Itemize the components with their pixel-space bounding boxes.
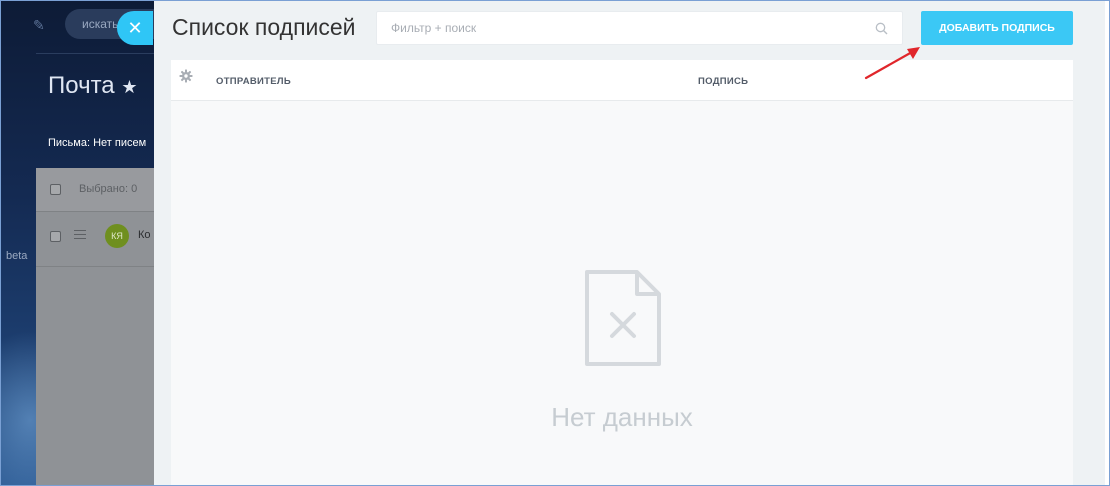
filter-search-input[interactable] (377, 12, 857, 44)
search-icon[interactable] (875, 22, 888, 35)
page-title: Почта ★ (48, 72, 137, 100)
close-slider-button[interactable]: ✕ (117, 11, 153, 45)
grid-header: ОТПРАВИТЕЛЬ ПОДПИСЬ (171, 60, 1073, 101)
empty-document-icon (585, 270, 661, 366)
avatar: КЯ (105, 224, 129, 248)
column-header-sender[interactable]: ОТПРАВИТЕЛЬ (216, 76, 291, 87)
row-checkbox[interactable] (50, 231, 61, 242)
mail-list-panel: Выбрано: 0 КЯ Ко (36, 168, 160, 486)
star-icon[interactable]: ★ (121, 77, 137, 97)
empty-state-text: Нет данных (551, 402, 693, 432)
right-edge (1105, 0, 1110, 486)
list-header-row: Выбрано: 0 (36, 168, 160, 212)
signatures-grid: ОТПРАВИТЕЛЬ ПОДПИСЬ Нет данных (171, 60, 1073, 486)
pencil-icon[interactable]: ✎ (33, 17, 45, 34)
add-signature-button[interactable]: ДОБАВИТЬ ПОДПИСЬ (921, 11, 1073, 45)
filter-search-field[interactable] (376, 11, 903, 45)
beta-label: beta (6, 250, 28, 262)
menu-icon[interactable] (74, 230, 86, 242)
background-mail-app: ✎ искать Почта ★ Письма: Нет писем beta … (0, 0, 160, 486)
close-icon[interactable]: ✕ (127, 18, 142, 38)
selected-count: Выбрано: 0 (79, 183, 138, 195)
signatures-slider: Список подписей ДОБАВИТЬ ПОДПИСЬ ОТПРАВИ… (154, 0, 1110, 486)
contact-name: Ко (138, 229, 151, 241)
column-header-signature[interactable]: ПОДПИСЬ (698, 76, 748, 87)
list-item[interactable]: КЯ Ко (36, 213, 160, 267)
letters-count: Письма: Нет писем (48, 137, 147, 149)
gear-icon[interactable] (179, 69, 193, 83)
select-all-checkbox[interactable] (50, 184, 61, 195)
slider-title: Список подписей (172, 14, 356, 40)
page-title-text: Почта (48, 72, 115, 99)
divider (36, 53, 160, 54)
